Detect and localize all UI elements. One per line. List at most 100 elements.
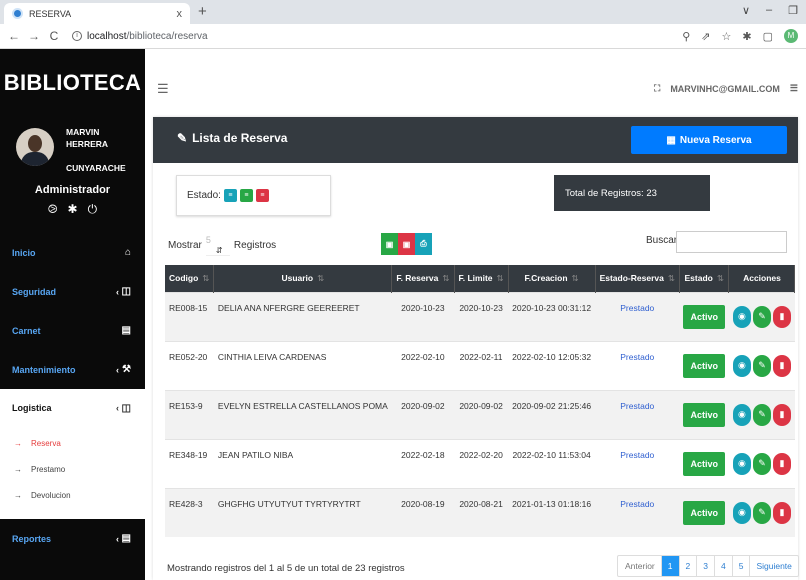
filter-all-icon[interactable]: ≡ xyxy=(223,189,237,202)
sidebar-item-reportes[interactable]: Reportes ‹ ▤ xyxy=(0,519,145,558)
edit-icon: ✎ xyxy=(177,131,188,145)
pagination-prev[interactable]: Anterior xyxy=(618,556,661,576)
pagination-next[interactable]: Siguiente xyxy=(749,556,797,576)
site-info-icon[interactable]: i xyxy=(72,31,82,41)
cell-flimite: 2020-09-02 xyxy=(454,389,509,439)
search-input[interactable] xyxy=(676,231,787,253)
status-badge[interactable]: Activo xyxy=(683,500,725,525)
pagination-page[interactable]: 1 xyxy=(660,556,679,576)
user-profile-icon[interactable]: ⧁ xyxy=(48,202,58,217)
user-first-name: MARVIN xyxy=(66,127,100,137)
chevron-down-icon[interactable]: ∨ xyxy=(742,4,750,17)
filter-active-icon[interactable]: ≡ xyxy=(239,189,253,202)
new-reserva-button[interactable]: ▦ Nueva Reserva xyxy=(631,126,787,154)
trash-icon[interactable]: ▮ xyxy=(772,305,791,328)
pagination-page[interactable]: 4 xyxy=(713,556,732,576)
share-icon[interactable]: ⇗ xyxy=(701,30,710,43)
trash-icon[interactable]: ▮ xyxy=(772,403,791,426)
pencil-icon[interactable]: ✎ xyxy=(752,452,771,475)
browser-tab[interactable]: RESERVA x xyxy=(4,3,190,24)
submenu-item-devolucion[interactable]: → Devolucion xyxy=(0,482,145,508)
clipboard-icon: ◫ xyxy=(121,402,131,414)
pencil-icon[interactable]: ✎ xyxy=(752,403,771,426)
print-icon[interactable]: ⎙ xyxy=(415,233,432,255)
search-label: Buscar: xyxy=(646,235,680,246)
eye-icon[interactable]: ◉ xyxy=(732,354,751,377)
pencil-icon[interactable]: ✎ xyxy=(752,305,771,328)
sidebar-item-logistica[interactable]: Logistica ‹ ◫ xyxy=(0,389,145,427)
status-badge[interactable]: Activo xyxy=(683,402,725,427)
new-tab-button[interactable]: + xyxy=(198,3,207,20)
power-icon[interactable]: ⏻ xyxy=(88,202,98,217)
bookmark-star-icon[interactable]: ☆ xyxy=(722,30,732,43)
reserva-table: Codigo ⇅ Usuario ⇅ F. Reserva ⇅ F. Limite ⇅ … xyxy=(165,265,796,537)
status-badge[interactable]: Activo xyxy=(683,304,725,329)
col-estado-reserva[interactable]: Estado-Reserva ⇅ xyxy=(595,265,680,292)
col-usuario[interactable]: Usuario ⇅ xyxy=(213,265,393,292)
file-icon: ▦ xyxy=(666,134,676,146)
top-header: ☰ ⛶ MARVINHC@GMAIL.COM ☰ xyxy=(145,49,806,117)
wrench-icon: ⚒ xyxy=(122,364,131,375)
fullscreen-icon[interactable]: ⛶ xyxy=(654,83,660,94)
tab-title: RESERVA xyxy=(29,8,72,19)
pencil-icon[interactable]: ✎ xyxy=(752,354,771,377)
submenu-label: Reserva xyxy=(31,438,61,448)
minimize-icon[interactable]: – xyxy=(766,4,772,17)
page-length-control: Mostrar 5 ⇵ Registros xyxy=(168,235,276,256)
pencil-icon[interactable]: ✎ xyxy=(752,501,771,524)
back-icon[interactable]: ← xyxy=(8,29,20,43)
cell-codigo: RE008-15 xyxy=(165,291,214,341)
file-excel-icon[interactable]: ▣ xyxy=(381,233,398,255)
cell-codigo: RE052-20 xyxy=(165,340,214,390)
restore-icon[interactable]: ❐ xyxy=(788,4,798,17)
file-pdf-icon[interactable]: ▣ xyxy=(398,233,415,255)
sidebar-item-label: Carnet xyxy=(12,325,41,336)
cell-acciones: ◉ ✎ ▮ xyxy=(728,438,795,488)
status-badge[interactable]: Activo xyxy=(683,451,725,476)
table-row: RE348-19 JEAN PATILO NIBA 2022-02-18 202… xyxy=(165,438,795,488)
reload-icon[interactable]: C xyxy=(48,29,60,43)
brand-title[interactable]: BIBLIOTECA xyxy=(0,49,145,116)
eye-icon[interactable]: ◉ xyxy=(732,403,751,426)
pagination-page[interactable]: 3 xyxy=(696,556,714,576)
submenu-item-prestamo[interactable]: → Prestamo xyxy=(0,456,145,482)
col-estado[interactable]: Estado ⇅ xyxy=(679,265,730,292)
hamburger-menu-icon[interactable]: ☰ xyxy=(157,81,169,97)
gear-icon[interactable]: ✱ xyxy=(68,202,78,217)
clipboard-icon: ◫ xyxy=(121,286,131,297)
pagination-page[interactable]: 2 xyxy=(678,556,697,576)
registros-label: Registros xyxy=(233,240,277,251)
forward-icon[interactable]: → xyxy=(28,29,40,43)
cell-freserva: 2022-02-18 xyxy=(391,438,454,488)
status-badge[interactable]: Activo xyxy=(683,353,725,378)
zoom-icon[interactable]: ⚲ xyxy=(682,30,690,43)
trash-icon[interactable]: ▮ xyxy=(772,354,791,377)
trash-icon[interactable]: ▮ xyxy=(772,452,791,475)
extensions-icon[interactable]: ✱ xyxy=(742,30,751,43)
profile-avatar[interactable]: M xyxy=(784,29,798,43)
close-tab-icon[interactable]: x xyxy=(177,8,183,20)
user-email[interactable]: MARVINHC@GMAIL.COM xyxy=(670,84,780,94)
col-flimite[interactable]: F. Limite ⇅ xyxy=(454,265,509,292)
eye-icon[interactable]: ◉ xyxy=(732,305,751,328)
sidebar-item-inicio[interactable]: Inicio ⌂ xyxy=(0,233,145,272)
trash-icon[interactable]: ▮ xyxy=(772,501,791,524)
sidebar-item-seguridad[interactable]: Seguridad ‹ ◫ xyxy=(0,272,145,311)
sidebar-item-carnet[interactable]: Carnet ▤ xyxy=(0,311,145,350)
sidebar-item-mantenimiento[interactable]: Mantenimiento ‹ ⚒ xyxy=(0,350,145,389)
home-icon: ⌂ xyxy=(124,247,131,258)
col-freserva[interactable]: F. Reserva ⇅ xyxy=(391,265,455,292)
col-codigo[interactable]: Codigo ⇅ xyxy=(165,265,215,292)
id-card-icon: ▤ xyxy=(121,325,131,336)
filter-inactive-icon[interactable]: ≡ xyxy=(255,189,269,202)
sidepanel-icon[interactable]: ▢ xyxy=(763,30,773,43)
col-fcreacion[interactable]: F.Creacion ⇅ xyxy=(508,265,596,292)
page-length-select[interactable]: 5 ⇵ xyxy=(205,235,230,256)
eye-icon[interactable]: ◉ xyxy=(732,501,751,524)
submenu-item-reserva[interactable]: → Reserva xyxy=(0,430,145,456)
url-field[interactable]: i localhost/biblioteca/reserva xyxy=(72,31,208,42)
pagination-page[interactable]: 5 xyxy=(731,556,750,576)
mostrar-label: Mostrar xyxy=(168,240,202,251)
eye-icon[interactable]: ◉ xyxy=(732,452,751,475)
list-icon[interactable]: ☰ xyxy=(790,83,798,94)
